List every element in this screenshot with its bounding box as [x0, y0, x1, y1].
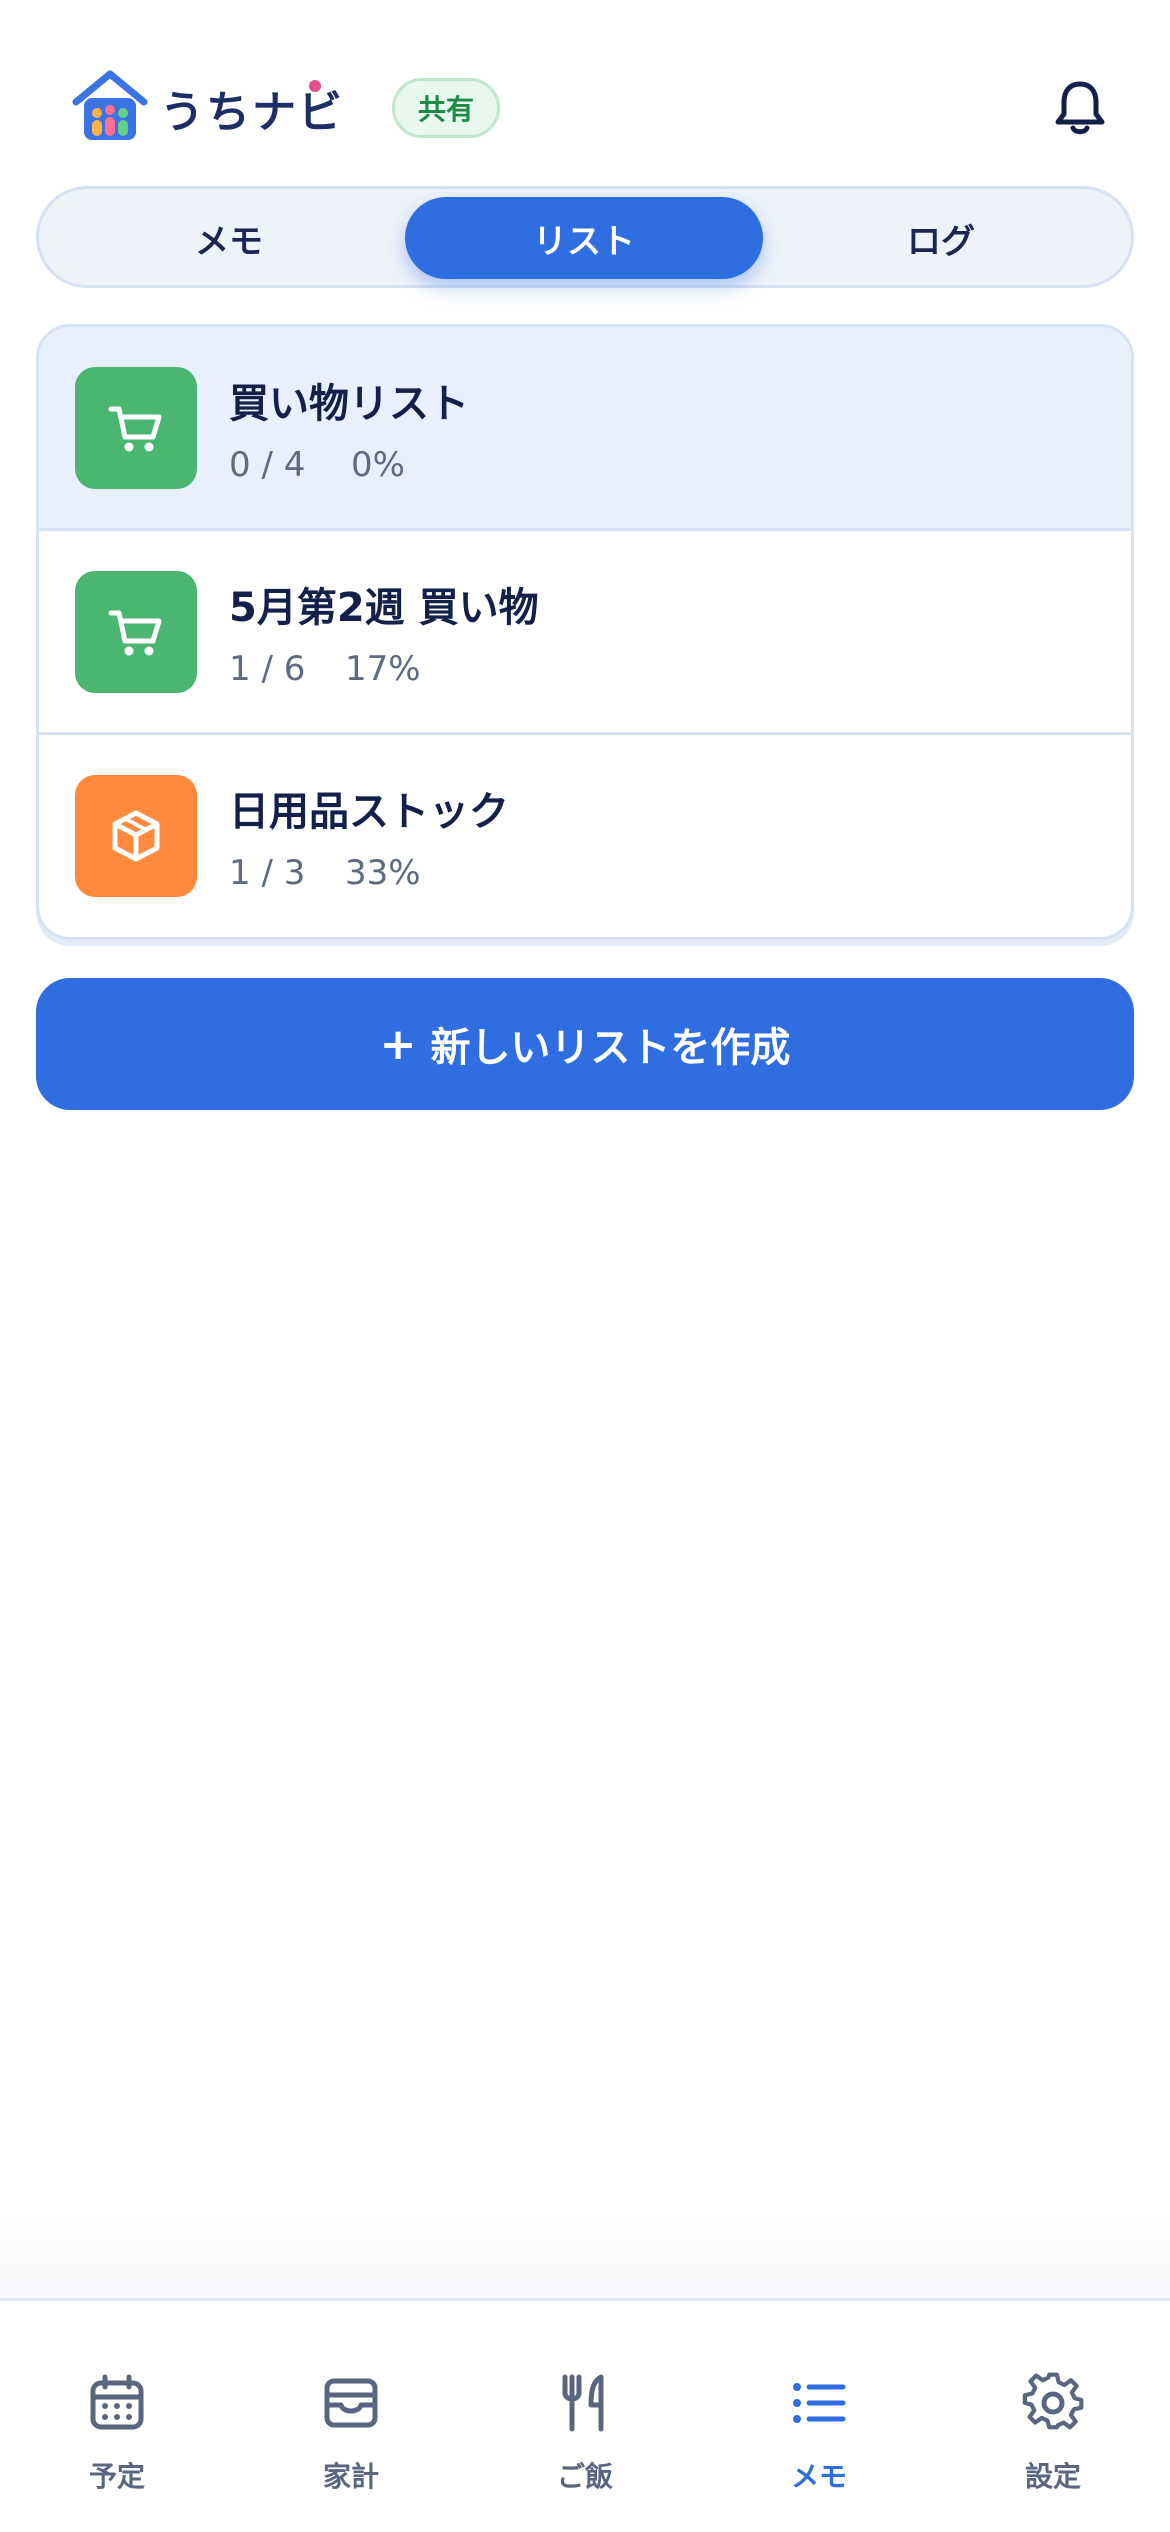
plus-icon: + — [379, 1018, 417, 1070]
list-icon-tile — [75, 367, 197, 489]
cart-icon — [108, 610, 162, 656]
list-percent: 0% — [351, 445, 405, 485]
tab-memo[interactable]: メモ — [79, 197, 379, 279]
create-list-label: 新しいリストを作成 — [430, 1025, 791, 1071]
create-list-button[interactable]: + 新しいリストを作成 — [36, 978, 1134, 1110]
nav-label: 家計 — [322, 2460, 379, 2493]
cart-icon — [108, 406, 162, 452]
app-screen: うちナビ 共有 メモ リスト ログ 買い物リスト 0 / 4 0% 5月第2週 … — [0, 0, 1170, 2532]
house-logo-icon — [72, 70, 148, 140]
utensils-icon — [562, 2374, 604, 2432]
list-count: 1 / 6 — [229, 649, 306, 689]
list-count: 0 / 4 — [229, 445, 306, 485]
nav-label: 予定 — [88, 2460, 145, 2493]
list-icon — [793, 2383, 846, 2423]
list-title: 5月第2週 買い物 — [229, 585, 539, 631]
list-card: 買い物リスト 0 / 4 0% 5月第2週 買い物 1 / 6 17% 日用品ス… — [36, 324, 1134, 940]
header: うちナビ 共有 — [0, 0, 1170, 180]
list-item-may-week2[interactable]: 5月第2週 買い物 1 / 6 17% — [39, 531, 1131, 735]
segment-tabs: メモ リスト ログ — [36, 186, 1134, 288]
list-icon-tile — [75, 571, 197, 693]
nav-item-budget[interactable]: 家計 — [281, 2371, 421, 2493]
nav-item-meals[interactable]: ご飯 — [515, 2371, 655, 2493]
brand-accent-dot — [309, 80, 321, 92]
box-icon — [112, 810, 160, 862]
nav-item-memo[interactable]: メモ — [749, 2371, 889, 2493]
tab-log[interactable]: ログ — [791, 197, 1091, 279]
list-title: 買い物リスト — [229, 381, 469, 427]
list-item-shopping[interactable]: 買い物リスト 0 / 4 0% — [39, 327, 1131, 531]
list-icon-tile — [75, 775, 197, 897]
gear-icon — [1022, 2372, 1084, 2430]
calendar-icon — [90, 2374, 144, 2430]
list-percent: 33% — [345, 853, 421, 893]
bottom-nav: 予定 家計 ご飯 メモ 設定 — [0, 2298, 1170, 2532]
list-count: 1 / 3 — [229, 853, 306, 893]
bell-icon[interactable] — [1048, 76, 1112, 140]
wallet-icon — [324, 2378, 378, 2428]
shared-badge: 共有 — [392, 78, 500, 138]
bottom-fade — [0, 2220, 1170, 2298]
list-percent: 17% — [345, 649, 421, 689]
nav-label: ご飯 — [556, 2460, 613, 2493]
nav-item-settings[interactable]: 設定 — [983, 2371, 1123, 2493]
tab-list[interactable]: リスト — [405, 197, 763, 279]
list-title: 日用品ストック — [229, 789, 509, 835]
nav-label: 設定 — [1024, 2460, 1081, 2493]
list-item-daily-stock[interactable]: 日用品ストック 1 / 3 33% — [39, 735, 1131, 937]
nav-item-schedule[interactable]: 予定 — [47, 2371, 187, 2493]
nav-label: メモ — [790, 2460, 847, 2493]
